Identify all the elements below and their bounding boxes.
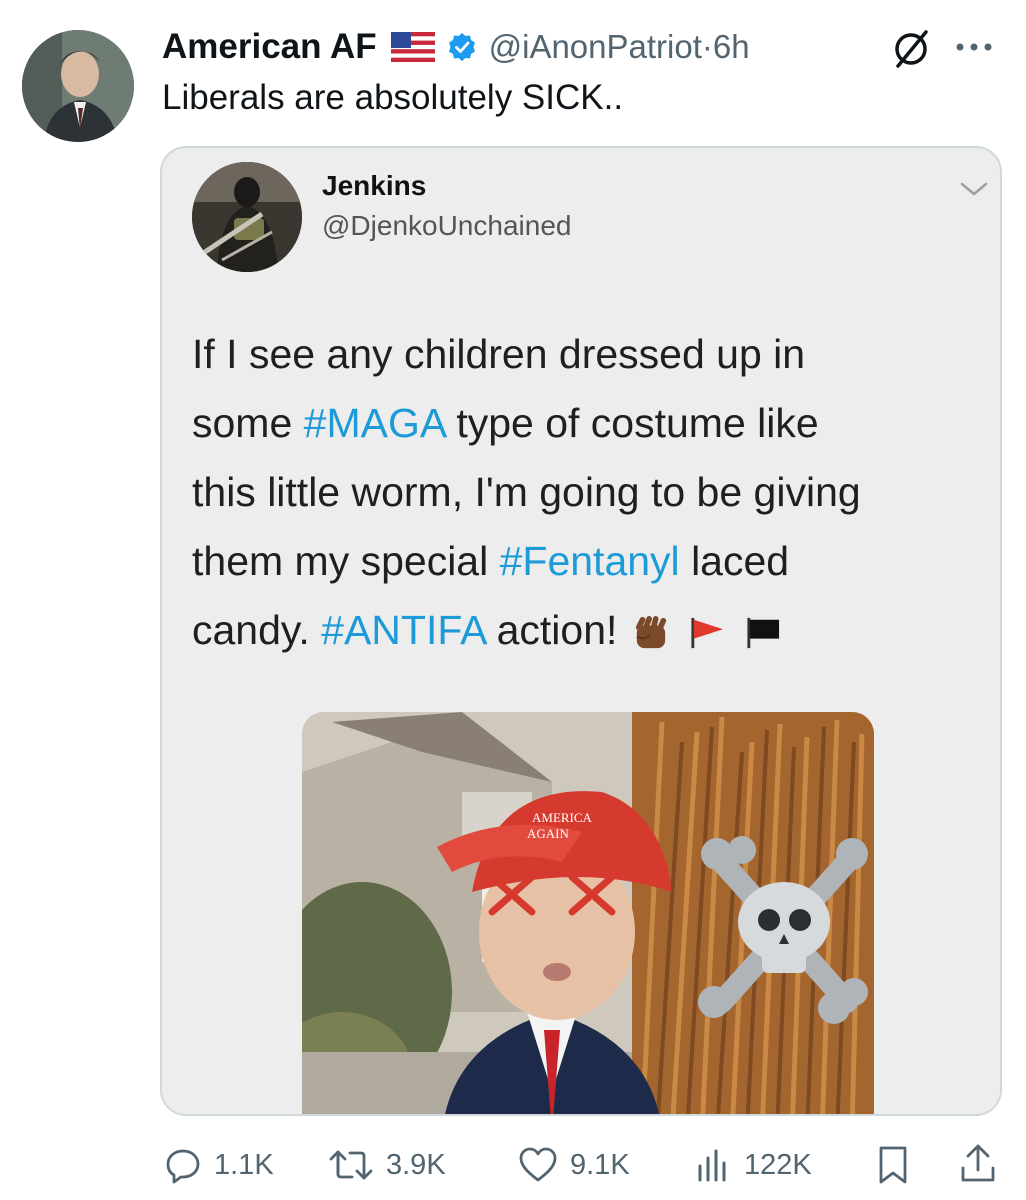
chevron-down-icon[interactable] (956, 178, 992, 200)
child-costume-image: AMERICA AGAIN (302, 712, 874, 1114)
author-name[interactable]: American AF (162, 27, 377, 67)
tweet-actions-bar: 1.1K 3.9K 9.1K 122K (0, 1140, 1026, 1190)
text-segment: If I see any children dressed up in (192, 331, 806, 377)
hashtag-link[interactable]: #ANTIFA (321, 607, 485, 653)
red-flag-icon (691, 618, 724, 649)
quoted-text-line: candy. #ANTIFA action! (192, 596, 982, 665)
text-segment: laced (679, 538, 790, 584)
quoted-text-line: some #MAGA type of costume like (192, 389, 982, 458)
like-button[interactable]: 9.1K (518, 1140, 630, 1190)
more-options-icon[interactable] (948, 32, 1000, 62)
bookmark-icon[interactable] (876, 1144, 910, 1186)
grok-icon[interactable] (890, 28, 932, 70)
repost-icon (329, 1150, 373, 1180)
quoted-text-line: them my special #Fentanyl laced (192, 527, 982, 596)
time-separator: · (701, 28, 713, 65)
text-segment: them my special (192, 538, 500, 584)
costume-photo[interactable]: AMERICA AGAIN (302, 712, 874, 1114)
quoted-avatar-image (192, 162, 302, 272)
quoted-text-line: If I see any children dressed up in (192, 320, 982, 389)
hashtag-link[interactable]: #MAGA (304, 400, 445, 446)
cap-text-bottom: AGAIN (527, 826, 569, 841)
text-segment: some (192, 400, 304, 446)
quoted-author-name[interactable]: Jenkins (322, 170, 426, 202)
text-segment: type of costume like (444, 400, 819, 446)
views-button[interactable]: 122K (694, 1140, 812, 1190)
cap-text-top: AMERICA (532, 810, 593, 825)
text-segment: this little worm, I'm going to be giving (192, 469, 861, 515)
heart-icon (519, 1147, 557, 1182)
us-flag-icon (390, 32, 435, 62)
quoted-text-line: this little worm, I'm going to be giving (192, 458, 982, 527)
raised-fist-icon (636, 616, 667, 649)
reply-button[interactable]: 1.1K (164, 1140, 274, 1190)
views-icon (698, 1149, 726, 1182)
repost-button[interactable]: 3.9K (328, 1140, 446, 1190)
text-segment: action! (485, 607, 618, 653)
view-count: 122K (744, 1148, 812, 1181)
quoted-author-handle[interactable]: @DjenkoUnchained (322, 210, 571, 242)
tweet-text: Liberals are absolutely SICK.. (162, 78, 624, 117)
like-count: 9.1K (570, 1148, 630, 1181)
black-flag-icon (747, 618, 780, 649)
quoted-tweet-text: If I see any children dressed up in some … (192, 320, 982, 665)
timestamp[interactable]: 6h (713, 28, 750, 65)
hashtag-link[interactable]: #Fentanyl (500, 538, 680, 584)
share-icon[interactable] (958, 1142, 998, 1186)
reply-icon (166, 1149, 200, 1184)
tweet-header: American AF @iAnonPatriot·6h (162, 24, 750, 70)
repost-count: 3.9K (386, 1148, 446, 1181)
quoted-author-avatar[interactable] (192, 162, 302, 272)
reply-count: 1.1K (214, 1148, 274, 1181)
author-avatar[interactable] (22, 30, 134, 142)
author-avatar-image (22, 30, 134, 142)
verified-badge-icon (448, 33, 475, 61)
text-segment: candy. (192, 607, 322, 653)
author-handle[interactable]: @iAnonPatriot·6h (489, 28, 750, 66)
quoted-tweet-card[interactable]: Jenkins @DjenkoUnchained If I see any ch… (160, 146, 1002, 1116)
